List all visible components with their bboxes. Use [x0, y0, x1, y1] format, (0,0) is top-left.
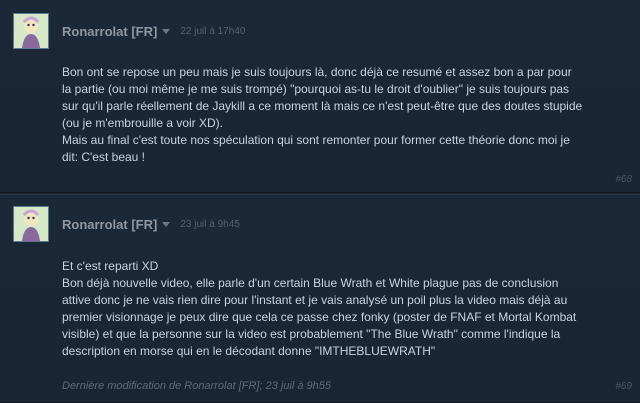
post-number[interactable]: #69	[615, 381, 632, 392]
author-line: Ronarrolat [FR] 22 juil à 17h40	[62, 24, 245, 39]
comment-post: Ronarrolat [FR] 22 juil à 17h40 Bon ont …	[0, 0, 640, 193]
avatar[interactable]	[13, 206, 49, 242]
avatar[interactable]	[13, 13, 49, 49]
comment-post: Ronarrolat [FR] 23 juil à 9h45 Et c'est …	[0, 194, 640, 403]
author-line: Ronarrolat [FR] 23 juil à 9h45	[62, 217, 240, 232]
post-content: Bon ont se repose un peu mais je suis to…	[62, 65, 583, 164]
author-name[interactable]: Ronarrolat [FR]	[62, 24, 157, 39]
chevron-down-icon[interactable]	[162, 222, 171, 227]
chevron-down-icon[interactable]	[162, 29, 171, 34]
post-date: 22 juil à 17h40	[180, 26, 246, 37]
post-number[interactable]: #68	[615, 174, 632, 185]
author-name[interactable]: Ronarrolat [FR]	[62, 217, 157, 232]
post-content: Et c'est reparti XD Bon déjà nouvelle vi…	[62, 259, 577, 358]
post-date: 23 juil à 9h45	[180, 219, 240, 230]
last-modified-note: Dernière modification de Ronarrolat [FR]…	[62, 380, 332, 392]
